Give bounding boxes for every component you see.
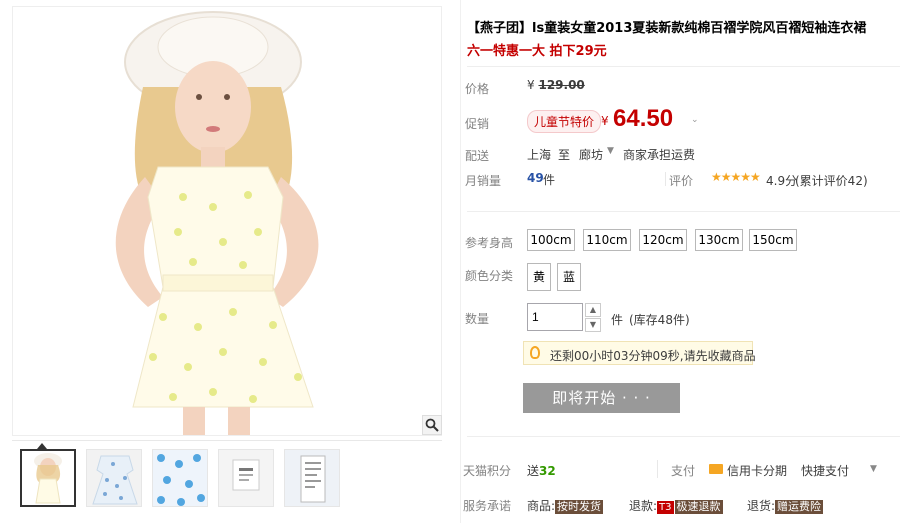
magnifier-icon xyxy=(425,418,439,432)
payment-label: 支付 xyxy=(671,464,696,478)
price-label: 价格 xyxy=(465,82,490,96)
thumbnail-strip xyxy=(12,440,442,520)
size-label: 参考身高 xyxy=(465,236,514,250)
service-return-prefix: 退货: xyxy=(747,499,776,513)
points-label: 天猫积分 xyxy=(463,464,512,478)
product-subtitle: 六一特惠一大 拍下29元 xyxy=(467,44,607,59)
sales-label: 月销量 xyxy=(465,174,502,188)
shipping-to-word: 至 xyxy=(558,148,571,162)
stock-count: (库存48件) xyxy=(629,313,690,327)
divider xyxy=(665,172,666,186)
quantity-unit: 件 xyxy=(611,313,624,327)
shipping-from: 上海 xyxy=(527,148,552,162)
service-goods-prefix: 商品: xyxy=(527,499,556,513)
thumb-girl-image xyxy=(22,451,74,505)
thumbnail-1[interactable] xyxy=(20,449,76,507)
promo-price: 64.50 xyxy=(613,105,674,132)
size-option-120[interactable]: 120cm xyxy=(639,229,687,251)
sales-unit: 件 xyxy=(543,173,556,187)
divider xyxy=(467,66,900,67)
shipping-label: 配送 xyxy=(465,149,490,163)
points-number: 32 xyxy=(539,464,556,478)
quick-pay-link[interactable]: 快捷支付 xyxy=(801,462,849,479)
original-price-value: 129.00 xyxy=(538,78,585,92)
color-label: 颜色分类 xyxy=(465,269,514,283)
product-info-panel: 【燕子团】ls童装女童2013夏装新款纯棉百褶学院风百褶短袖连衣裙 六一特惠一大… xyxy=(460,0,900,523)
coming-soon-button[interactable]: 即将开始 · · · xyxy=(523,383,680,413)
service-goods: 商品: 按时发货 xyxy=(527,497,604,514)
original-price: ¥ 129.00 xyxy=(527,78,585,92)
girl-in-dress-photo xyxy=(13,7,441,435)
color-option-blue[interactable]: 蓝 xyxy=(557,263,581,291)
rating-count-link[interactable]: (累计评价42) xyxy=(795,172,868,189)
shipping-destination-select[interactable]: 廊坊 xyxy=(579,146,603,163)
quantity-input[interactable] xyxy=(527,303,583,331)
product-title: 【燕子团】ls童装女童2013夏装新款纯棉百褶学院风百褶短袖连衣裙 xyxy=(467,21,867,36)
quantity-decrease-button[interactable]: ▼ xyxy=(585,318,601,332)
divider xyxy=(657,460,658,478)
divider xyxy=(467,436,900,437)
chevron-down-icon[interactable]: ▼ xyxy=(607,146,614,156)
t3-badge-icon: T3 xyxy=(657,501,674,514)
divider xyxy=(467,211,900,212)
thumbnail-3[interactable] xyxy=(152,449,208,507)
zoom-button[interactable] xyxy=(422,415,442,435)
size-option-100[interactable]: 100cm xyxy=(527,229,575,251)
thumb-tag-image xyxy=(285,450,339,506)
countdown-text: 还剩00小时03分钟09秒,请先收藏商品 xyxy=(550,349,756,363)
ship-on-time-badge[interactable]: 按时发货 xyxy=(555,500,604,514)
sales-count: 49 xyxy=(527,171,544,185)
thumb-fabric-detail-image xyxy=(153,450,207,506)
color-option-yellow[interactable]: 黄 xyxy=(527,263,551,291)
service-return: 退货: 赠运费险 xyxy=(747,497,824,514)
service-refund-prefix: 退款: xyxy=(629,499,658,513)
size-option-130[interactable]: 130cm xyxy=(695,229,743,251)
promo-dropdown-icon[interactable]: ⌄ xyxy=(691,115,701,125)
quantity-increase-button[interactable]: ▲ xyxy=(585,303,601,317)
points-prefix: 送 xyxy=(527,464,540,478)
service-refund: 退款: T3 极速退款 xyxy=(629,497,723,514)
fast-refund-badge[interactable]: 极速退款 xyxy=(674,500,723,514)
credit-card-icon xyxy=(709,464,723,474)
quantity-label: 数量 xyxy=(465,312,490,326)
chevron-down-icon[interactable]: ▼ xyxy=(870,464,877,474)
size-option-150[interactable]: 150cm xyxy=(749,229,797,251)
main-product-image[interactable] xyxy=(12,6,442,436)
rating-score: 4.9分 xyxy=(766,174,798,188)
thumbnail-2[interactable] xyxy=(86,449,142,507)
service-label: 服务承诺 xyxy=(463,499,512,513)
star-rating-icon: ★★★★★ xyxy=(711,170,761,184)
thumb-blue-dress-image xyxy=(87,450,141,506)
thumbnail-4[interactable] xyxy=(218,449,274,507)
shipping-insurance-badge[interactable]: 赠运费险 xyxy=(775,500,824,514)
shipping-fee: 商家承担运费 xyxy=(623,148,696,162)
credit-installment-link[interactable]: 信用卡分期 xyxy=(727,462,787,479)
points-value: 送32 xyxy=(527,462,556,479)
lightbulb-icon xyxy=(530,346,540,359)
promo-currency: ¥ xyxy=(601,114,609,128)
thumbnail-5[interactable] xyxy=(284,449,340,507)
promo-tag: 儿童节特价 xyxy=(527,110,602,133)
rating-label: 评价 xyxy=(669,174,694,188)
size-option-110[interactable]: 110cm xyxy=(583,229,631,251)
countdown-tip: 还剩00小时03分钟09秒,请先收藏商品 xyxy=(523,341,756,365)
currency-symbol: ¥ xyxy=(527,78,535,92)
promo-label: 促销 xyxy=(465,117,490,131)
thumb-label-image xyxy=(219,450,273,506)
